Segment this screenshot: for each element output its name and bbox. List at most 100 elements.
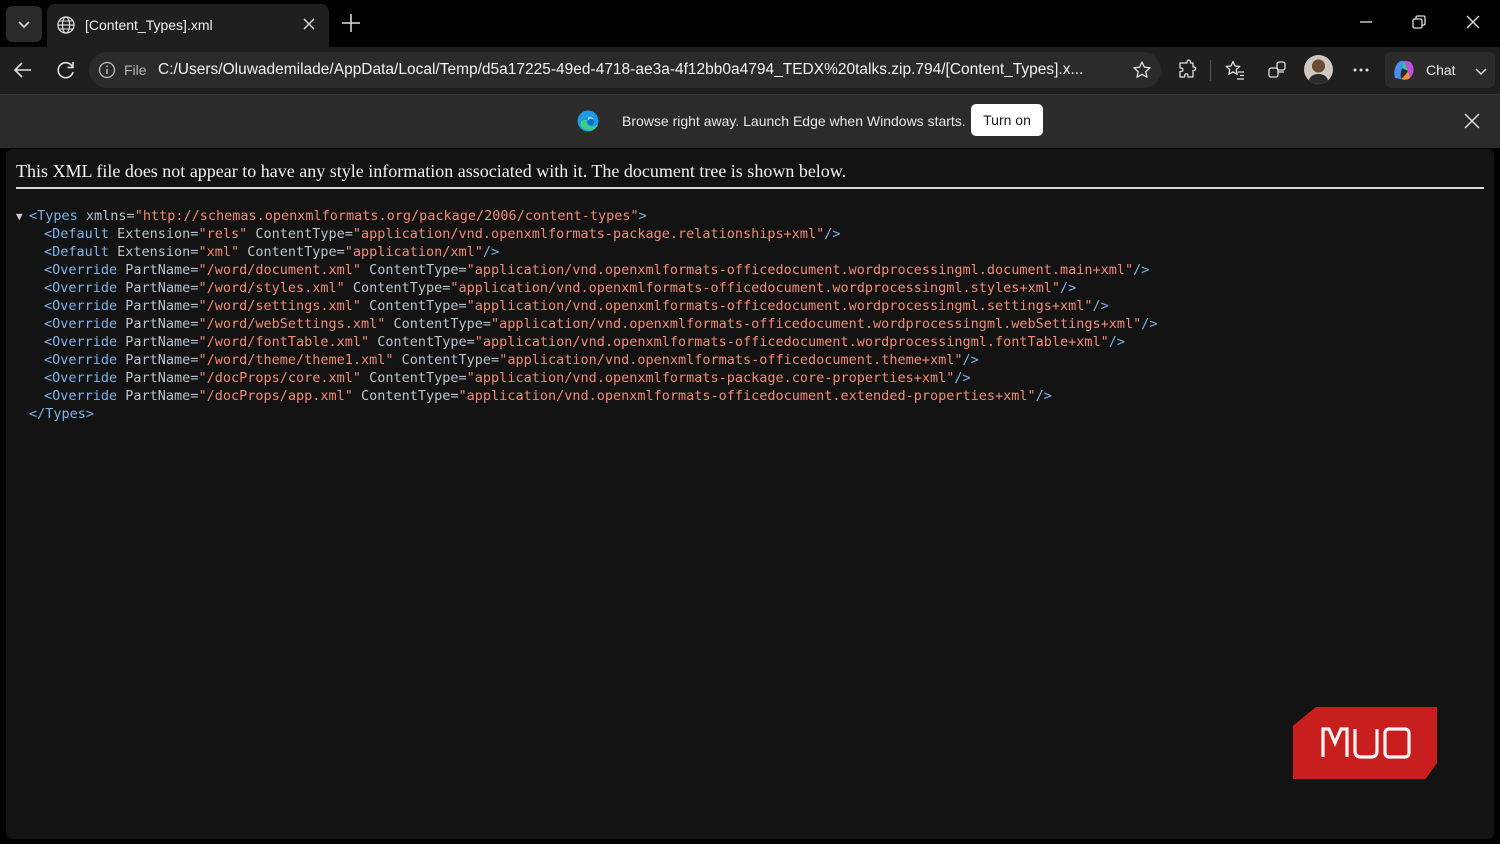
xml-tag: <Default	[44, 226, 110, 242]
xml-element-line: <Override PartName="/word/theme/theme1.x…	[16, 351, 1158, 369]
xml-element-line: <Override PartName="/docProps/app.xml" C…	[16, 387, 1158, 405]
xml-attr-name: PartName=	[117, 352, 199, 368]
info-icon[interactable]	[98, 61, 116, 79]
file-scheme-label: File	[124, 62, 147, 78]
xml-element-line: <Override PartName="/word/styles.xml" Co…	[16, 279, 1158, 297]
xml-attr-value: "application/xml"	[344, 244, 483, 260]
restore-icon[interactable]	[1410, 13, 1428, 31]
xml-attr-value: "application/vnd.openxmlformats-officedo…	[458, 388, 1036, 404]
turn-on-button[interactable]: Turn on	[971, 104, 1043, 136]
chevron-down-icon	[18, 21, 30, 29]
xml-attr-value: "application/vnd.openxmlformats-officedo…	[491, 316, 1142, 332]
xml-tag: <Override	[44, 352, 118, 368]
page-content: This XML file does not appear to have an…	[6, 149, 1494, 839]
xml-attr-name: PartName=	[117, 280, 199, 296]
xml-attr-value: "/docProps/app.xml"	[198, 388, 353, 404]
xml-root-open-line: ▼ <Types xmlns="http://schemas.openxmlfor…	[16, 207, 1158, 225]
xml-punct: />	[1035, 388, 1052, 404]
xml-punct: />	[1133, 262, 1150, 278]
refresh-icon[interactable]	[55, 59, 77, 81]
xml-attr-value: "/word/webSettings.xml"	[198, 316, 386, 332]
xml-attr-value: "xml"	[198, 244, 240, 260]
xml-tag: <Default	[44, 244, 110, 260]
xml-punct: />	[824, 226, 841, 242]
xml-attr-name: PartName=	[117, 370, 199, 386]
infobar-message: Browse right away. Launch Edge when Wind…	[622, 113, 966, 129]
chevron-down-icon[interactable]	[1474, 64, 1488, 78]
xml-punct: />	[1108, 334, 1126, 350]
xml-attr-name: ContentType=	[247, 226, 353, 242]
minimize-icon[interactable]	[1357, 13, 1375, 31]
xml-punct: />	[482, 244, 500, 260]
xml-punct: />	[954, 370, 971, 386]
muo-watermark-logo	[1293, 707, 1437, 779]
xml-element-line: <Default Extension="rels" ContentType="a…	[16, 225, 1158, 243]
xml-attr-value: "rels"	[198, 226, 248, 242]
xml-attr-name: ContentType=	[385, 316, 492, 332]
tab-close-icon[interactable]	[300, 15, 318, 33]
xml-attr-name: ContentType=	[361, 370, 467, 386]
tab-actions-menu-button[interactable]	[6, 6, 42, 42]
xml-attr-name: Extension=	[109, 226, 199, 242]
xml-attr-name: PartName=	[117, 298, 199, 314]
favorite-star-icon[interactable]	[1132, 60, 1152, 80]
xml-attr-name: PartName=	[117, 334, 199, 350]
tab-content-types[interactable]: [Content_Types].xml	[47, 4, 329, 47]
xml-punct: />	[1060, 280, 1077, 296]
title-bar: [Content_Types].xml	[0, 0, 1500, 47]
collections-icon[interactable]	[1266, 59, 1288, 81]
xml-attr-name: ContentType=	[352, 388, 459, 404]
xml-root-close-line: </Types>	[16, 405, 1158, 423]
extensions-icon[interactable]	[1176, 59, 1198, 81]
xml-attr-name: ContentType=	[393, 352, 500, 368]
tab-title: [Content_Types].xml	[85, 17, 213, 33]
back-arrow-icon[interactable]	[12, 59, 34, 81]
xml-tag: <Override	[44, 334, 118, 350]
profile-avatar[interactable]	[1304, 55, 1333, 84]
xml-attr-name: ContentType=	[361, 262, 467, 278]
xml-tag: <Types	[29, 208, 78, 224]
xml-attr-value: "application/vnd.openxmlformats-package.…	[466, 370, 955, 386]
xml-tag: </Types>	[29, 406, 95, 422]
xml-attr-name: PartName=	[117, 388, 199, 404]
xml-element-line: <Override PartName="/word/webSettings.xm…	[16, 315, 1158, 333]
new-tab-icon[interactable]	[340, 12, 362, 34]
xml-attr-value: "application/vnd.openxmlformats-officedo…	[466, 262, 1134, 278]
xml-attr-name: xmlns=	[77, 208, 135, 224]
collapse-triangle-icon[interactable]: ▼	[16, 208, 29, 226]
xml-attr-name: PartName=	[117, 262, 199, 278]
close-infobar-icon[interactable]	[1463, 112, 1481, 130]
xml-attr-value: "application/vnd.openxmlformats-package.…	[352, 226, 825, 242]
xml-tag: <Override	[44, 298, 118, 314]
more-options-icon[interactable]	[1350, 59, 1372, 81]
close-window-icon[interactable]	[1464, 13, 1482, 31]
xml-attr-value: "/word/document.xml"	[198, 262, 361, 278]
xml-punct: />	[1092, 298, 1109, 314]
xml-tag: <Override	[44, 262, 118, 278]
chat-label: Chat	[1426, 62, 1456, 78]
navigation-toolbar: File C:/Users/Oluwademilade/AppData/Loca…	[0, 47, 1500, 94]
xml-attr-value: "application/vnd.openxmlformats-officedo…	[474, 334, 1109, 350]
favorites-icon[interactable]	[1224, 59, 1246, 81]
xml-element-line: <Override PartName="/word/fontTable.xml"…	[16, 333, 1158, 351]
header-divider	[16, 187, 1484, 189]
xml-element-line: <Override PartName="/docProps/core.xml" …	[16, 369, 1158, 387]
edge-logo-icon	[577, 110, 599, 132]
copilot-icon	[1394, 60, 1414, 80]
address-bar[interactable]: File C:/Users/Oluwademilade/AppData/Loca…	[89, 52, 1161, 88]
xml-style-notice: This XML file does not appear to have an…	[16, 161, 847, 181]
xml-element-line: <Override PartName="/word/settings.xml" …	[16, 297, 1158, 315]
copilot-chat-button[interactable]: Chat	[1385, 52, 1495, 88]
xml-punct: />	[962, 352, 979, 368]
globe-icon	[57, 16, 75, 34]
xml-attr-value: "/word/settings.xml"	[198, 298, 361, 314]
xml-attr-name: ContentType=	[344, 280, 451, 296]
xml-punct: />	[1141, 316, 1158, 332]
xml-attr-value: "/word/fontTable.xml"	[198, 334, 370, 350]
xml-attr-value: "/word/theme/theme1.xml"	[198, 352, 394, 368]
url-text[interactable]: C:/Users/Oluwademilade/AppData/Local/Tem…	[158, 61, 1120, 79]
xml-element-line: <Default Extension="xml" ContentType="ap…	[16, 243, 1158, 261]
toolbar-divider	[1210, 60, 1211, 81]
xml-attr-name: ContentType=	[369, 334, 475, 350]
xml-document-tree: ▼ <Types xmlns="http://schemas.openxmlfor…	[16, 207, 1158, 423]
